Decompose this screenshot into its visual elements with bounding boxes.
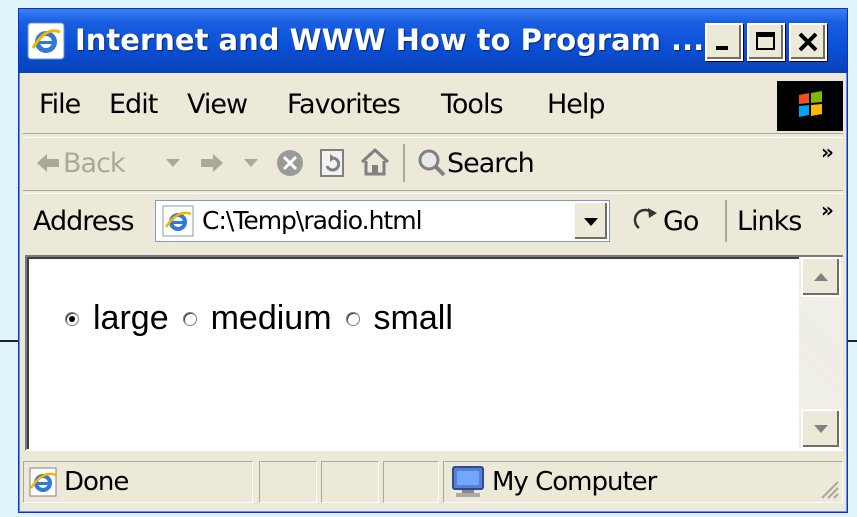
- toolbar-divider: [403, 144, 405, 182]
- scroll-down-button[interactable]: [801, 409, 841, 449]
- toolbar-overflow-chevron[interactable]: »: [821, 140, 834, 164]
- minimize-button[interactable]: [705, 23, 743, 61]
- search-icon: [418, 149, 446, 177]
- back-arrow-icon: [37, 154, 59, 172]
- radio-label-medium: medium: [210, 299, 332, 337]
- status-text: Done: [64, 467, 129, 497]
- chevron-down-icon: [584, 218, 598, 226]
- forward-arrow-icon[interactable]: [199, 152, 225, 174]
- page-status-icon: [29, 467, 57, 497]
- standard-toolbar: Back Search »: [23, 137, 843, 191]
- refresh-icon[interactable]: [319, 148, 347, 178]
- scroll-up-button[interactable]: [801, 257, 841, 297]
- status-pane-zone: My Computer: [443, 461, 843, 503]
- menu-view[interactable]: View: [187, 89, 248, 120]
- links-button[interactable]: Links: [737, 206, 802, 237]
- status-pane-1: [259, 461, 317, 503]
- menu-file[interactable]: File: [39, 89, 81, 120]
- windows-logo: [777, 81, 843, 131]
- stop-icon[interactable]: [275, 148, 305, 178]
- radio-label-large: large: [93, 299, 169, 337]
- back-button[interactable]: Back: [63, 148, 126, 179]
- address-dropdown-button[interactable]: [573, 201, 609, 241]
- close-icon: [798, 32, 818, 52]
- forward-dropdown-icon[interactable]: [243, 158, 259, 168]
- arrow-up-icon: [814, 273, 828, 281]
- home-icon[interactable]: [359, 146, 391, 178]
- search-button[interactable]: Search: [447, 148, 535, 179]
- page-ie-icon: [162, 205, 194, 237]
- resize-grip-icon[interactable]: [818, 478, 840, 500]
- go-button[interactable]: Go: [663, 206, 699, 237]
- close-button[interactable]: [789, 23, 827, 61]
- menu-tools[interactable]: Tools: [441, 89, 504, 120]
- windows-flag-icon: [799, 91, 822, 117]
- browser-window: Internet and WWW How to Program ... File…: [18, 8, 848, 513]
- my-computer-icon: [452, 466, 484, 497]
- menu-help[interactable]: Help: [547, 89, 606, 120]
- radio-large[interactable]: [65, 311, 79, 326]
- minimize-icon: [716, 46, 728, 50]
- radio-label-small: small: [373, 299, 453, 337]
- internet-explorer-icon: [27, 22, 65, 60]
- address-bar: Address C:\Temp\radio.html Go Links »: [23, 193, 843, 250]
- address-input[interactable]: C:\Temp\radio.html: [155, 200, 610, 242]
- links-overflow-chevron[interactable]: »: [821, 198, 834, 222]
- radio-medium[interactable]: [182, 311, 197, 326]
- title-bar[interactable]: Internet and WWW How to Program ...: [19, 9, 847, 73]
- address-label: Address: [33, 206, 135, 237]
- maximize-icon: [756, 32, 775, 50]
- menu-edit[interactable]: Edit: [109, 89, 158, 120]
- window-title: Internet and WWW How to Program ...: [75, 23, 705, 57]
- status-bar: Done My Computer: [23, 457, 843, 507]
- status-pane-main: Done: [23, 461, 253, 503]
- menu-bar: File Edit View Favorites Tools Help: [23, 77, 843, 134]
- address-url[interactable]: C:\Temp\radio.html: [202, 206, 423, 235]
- arrow-down-icon: [814, 425, 828, 433]
- slide-rule-right: [848, 340, 857, 342]
- radio-small[interactable]: [345, 311, 360, 326]
- radio-group: large medium small: [65, 299, 467, 338]
- slide-rule-left: [0, 340, 20, 342]
- zone-text: My Computer: [492, 467, 657, 497]
- back-dropdown-icon[interactable]: [165, 158, 181, 168]
- status-pane-3: [383, 461, 439, 503]
- maximize-button[interactable]: [747, 23, 785, 61]
- status-pane-2: [321, 461, 379, 503]
- go-arrow-icon[interactable]: [633, 206, 661, 234]
- vertical-scrollbar[interactable]: [799, 257, 843, 449]
- page-content: large medium small: [25, 255, 843, 451]
- links-divider: [725, 200, 727, 242]
- menu-favorites[interactable]: Favorites: [287, 89, 401, 120]
